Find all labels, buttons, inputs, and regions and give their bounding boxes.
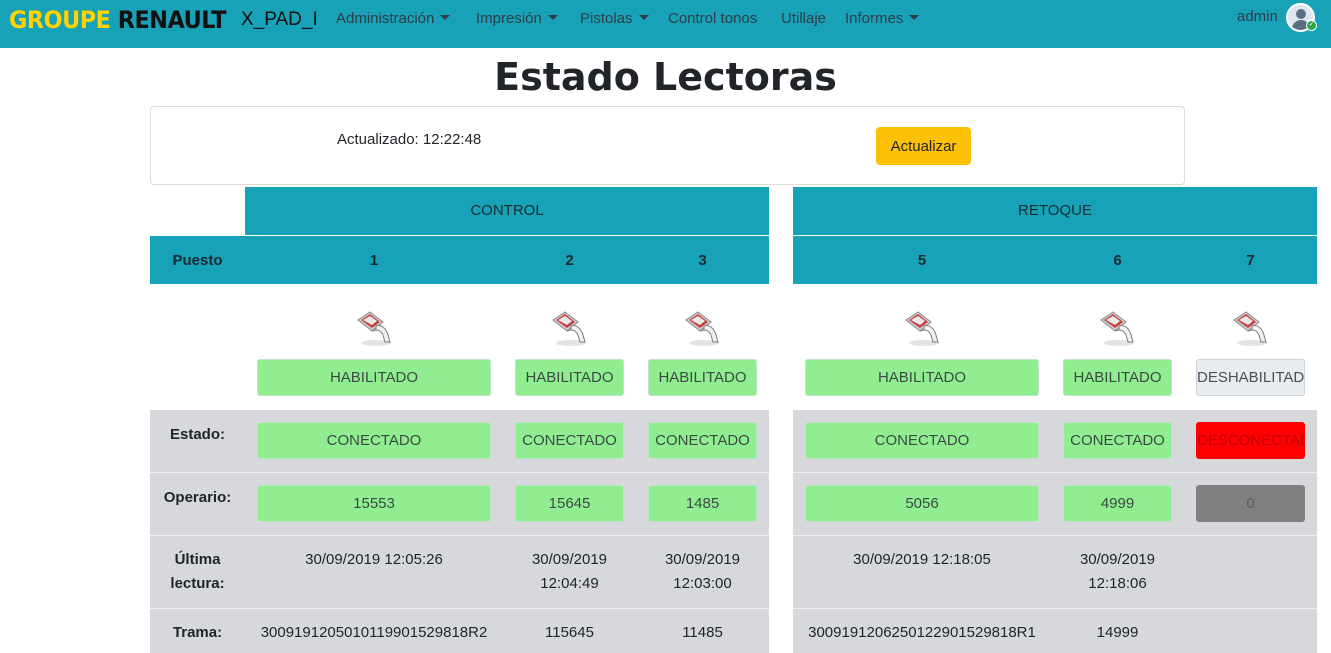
ultima-lectura-2-line1: 30/09/2019 bbox=[531, 551, 608, 568]
column-header-1: 1 bbox=[369, 252, 379, 269]
row-divider bbox=[150, 535, 769, 536]
nav-impresion[interactable]: Impresión bbox=[476, 10, 558, 28]
barcode-scanner-icon bbox=[900, 308, 944, 348]
barcode-scanner-icon bbox=[1095, 308, 1139, 348]
habilitado-button-3[interactable]: HABILITADO bbox=[648, 359, 757, 396]
brand-logo-part2: RENAULT bbox=[117, 6, 227, 34]
group-header-control: CONTROL bbox=[470, 202, 544, 219]
operario-2: 15645 bbox=[515, 485, 624, 522]
nav-informes-label: Informes bbox=[845, 10, 904, 27]
ultima-lectura-3-line1: 30/09/2019 bbox=[664, 551, 741, 568]
nav-control-tonos-label: Control tonos bbox=[668, 10, 758, 27]
ultima-lectura-1-line1: 30/09/2019 12:05:26 bbox=[305, 551, 443, 568]
trama-6: 14999 bbox=[1096, 624, 1139, 641]
row-label-trama: Trama: bbox=[172, 624, 223, 641]
ultima-lectura-5-line1: 30/09/2019 12:18:05 bbox=[853, 551, 991, 568]
ultima-lectura-3: 30/09/2019 12:03:00 bbox=[648, 548, 757, 596]
barcode-scanner-icon bbox=[547, 308, 591, 348]
brand-logo-part1: GROUPE bbox=[9, 6, 111, 34]
barcode-scanner-icon bbox=[352, 308, 396, 348]
operario-5: 5056 bbox=[805, 485, 1039, 522]
trama-3: 11485 bbox=[682, 624, 723, 641]
ultima-lectura-6: 30/09/2019 12:18:06 bbox=[1063, 548, 1172, 596]
row-divider bbox=[150, 608, 769, 609]
row-label-ultima-lectura: Última lectura: bbox=[150, 548, 245, 596]
nav-impresion-label: Impresión bbox=[476, 10, 542, 27]
trama-5: 3009191206250122901529818R1 bbox=[808, 624, 1036, 641]
row-divider bbox=[150, 472, 769, 473]
column-header-2: 2 bbox=[565, 252, 574, 269]
nav-utillaje-label: Utillaje bbox=[781, 10, 827, 27]
ultima-lectura-2: 30/09/2019 12:04:49 bbox=[515, 548, 624, 596]
habilitado-button-6[interactable]: HABILITADO bbox=[1063, 359, 1172, 396]
refresh-button[interactable]: Actualizar bbox=[876, 127, 971, 165]
brand-logo[interactable]: GROUPE RENAULT bbox=[9, 6, 227, 34]
nav-administracion[interactable]: Administración bbox=[336, 10, 451, 28]
estado-1: CONECTADO bbox=[257, 422, 491, 459]
operario-1: 15553 bbox=[257, 485, 491, 522]
estado-7: DESCONECTADO bbox=[1196, 422, 1305, 459]
app-name[interactable]: X_PAD_I bbox=[241, 8, 318, 32]
user-menu[interactable]: admin bbox=[1237, 8, 1278, 26]
habilitado-button-2[interactable]: HABILITADO bbox=[515, 359, 624, 396]
ultima-lectura-5: 30/09/2019 12:18:05 bbox=[805, 548, 1039, 572]
column-header-puesto: Puesto bbox=[172, 252, 223, 269]
operario-3: 1485 bbox=[648, 485, 757, 522]
ultima-lectura-6-line1: 30/09/2019 bbox=[1079, 551, 1156, 568]
barcode-scanner-icon bbox=[1228, 308, 1272, 348]
trama-2: 115645 bbox=[545, 624, 594, 641]
row-label-ultima-line2: lectura: bbox=[170, 575, 225, 592]
row-divider bbox=[793, 472, 1317, 473]
barcode-scanner-icon bbox=[680, 308, 724, 348]
nav-administracion-label: Administración bbox=[336, 10, 435, 27]
estado-3: CONECTADO bbox=[648, 422, 757, 459]
chevron-down-icon bbox=[909, 15, 920, 20]
row-label-estado: Estado: bbox=[169, 426, 225, 443]
nav-pistolas[interactable]: Pistolas bbox=[580, 10, 649, 28]
habilitado-button-5[interactable]: HABILITADO bbox=[805, 359, 1039, 396]
navbar: GROUPE RENAULT X_PAD_I Administración Im… bbox=[0, 0, 1331, 48]
ultima-lectura-6-line2: 12:18:06 bbox=[1088, 575, 1147, 592]
nav-pistolas-label: Pistolas bbox=[580, 10, 633, 27]
column-header-3: 3 bbox=[698, 252, 707, 269]
nav-control-tonos[interactable]: Control tonos bbox=[668, 10, 757, 28]
habilitado-button-1[interactable]: HABILITADO bbox=[257, 359, 491, 396]
nav-informes[interactable]: Informes bbox=[845, 10, 920, 28]
update-card bbox=[150, 106, 1185, 185]
updated-time: Actualizado: 12:22:48 bbox=[337, 131, 482, 148]
chevron-down-icon bbox=[638, 15, 649, 20]
column-header-5: 5 bbox=[917, 252, 927, 269]
estado-5: CONECTADO bbox=[805, 422, 1039, 459]
ultima-lectura-1: 30/09/2019 12:05:26 bbox=[257, 548, 491, 572]
group-header-retoque: RETOQUE bbox=[1018, 202, 1092, 219]
online-status-icon: ✓ bbox=[1306, 20, 1317, 31]
row-divider bbox=[793, 535, 1317, 536]
ultima-lectura-2-line2: 12:04:49 bbox=[540, 575, 599, 592]
estado-2: CONECTADO bbox=[515, 422, 624, 459]
column-header-7: 7 bbox=[1246, 252, 1255, 269]
row-label-ultima-line1: Última bbox=[174, 551, 221, 568]
row-label-operario: Operario: bbox=[163, 489, 232, 506]
trama-1: 3009191205010119901529818R2 bbox=[260, 624, 488, 641]
habilitado-button-7[interactable]: DESHABILITADO bbox=[1196, 359, 1305, 396]
column-header-6: 6 bbox=[1113, 252, 1122, 269]
row-divider bbox=[793, 608, 1317, 609]
nav-utillaje[interactable]: Utillaje bbox=[781, 10, 826, 28]
ultima-lectura-3-line2: 12:03:00 bbox=[673, 575, 732, 592]
chevron-down-icon bbox=[547, 15, 558, 20]
estado-6: CONECTADO bbox=[1063, 422, 1172, 459]
page-title: Estado Lectoras bbox=[494, 55, 837, 99]
operario-6: 4999 bbox=[1063, 485, 1172, 522]
operario-7: 0 bbox=[1196, 485, 1305, 522]
chevron-down-icon bbox=[440, 15, 451, 20]
